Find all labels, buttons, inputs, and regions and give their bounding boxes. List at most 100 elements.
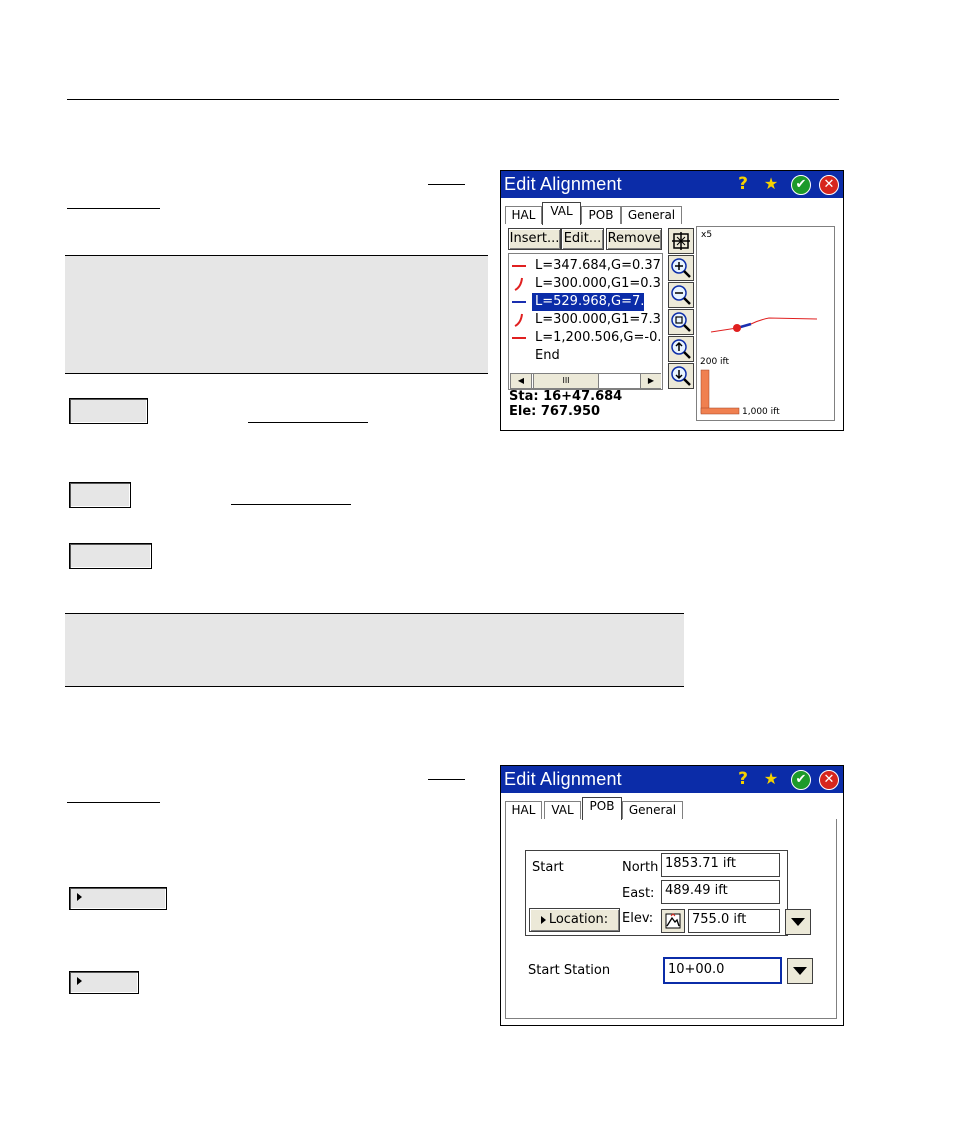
- triangle-icon: [77, 977, 82, 985]
- insert-button[interactable]: Insert...: [508, 228, 561, 250]
- list-scrollbar[interactable]: ◀ III ▶: [510, 373, 661, 389]
- ok-check-icon[interactable]: ✔: [791, 770, 811, 790]
- zoom-extents-button[interactable]: [668, 228, 694, 254]
- edit-alignment-val-window: Edit Alignment ? ★ ✔ ✕ HAL VAL POB Gener…: [500, 170, 844, 431]
- list-item[interactable]: L=529.968,G=7.383: [509, 293, 660, 311]
- start-station-label: Start Station: [528, 963, 611, 978]
- tab-general[interactable]: General: [622, 801, 683, 819]
- remove-button-figure: [69, 543, 152, 569]
- list-item[interactable]: L=1,200.506,G=-0.2: [509, 329, 660, 347]
- pan-down-icon: [671, 366, 691, 386]
- vertical-scale-label: 200 ift: [700, 357, 730, 367]
- edit-button[interactable]: Edit...: [561, 228, 604, 250]
- zoom-window-icon: [671, 312, 691, 332]
- help-icon[interactable]: ?: [734, 175, 752, 193]
- insert-button-figure: [69, 398, 148, 424]
- titlebar: Edit Alignment ? ★ ✔ ✕: [501, 766, 843, 793]
- vertical-curve-icon: [514, 313, 523, 327]
- list-item-text: L=529.968,G=7.383: [532, 293, 660, 311]
- east-input[interactable]: 489.49 ift: [661, 880, 780, 904]
- triangle-right-icon: [540, 915, 546, 924]
- start-station-dropdown-button[interactable]: [787, 958, 813, 984]
- north-label: North: [622, 860, 659, 875]
- horizontal-scale-label: 1,000 ift: [742, 407, 780, 417]
- elevation-readout: Ele: 767.950: [509, 404, 601, 419]
- help-icon[interactable]: ?: [734, 770, 752, 788]
- zoom-out-button[interactable]: [668, 282, 694, 308]
- note-panel-2: [65, 613, 684, 687]
- scroll-left-arrow[interactable]: ◀: [511, 374, 532, 388]
- pan-down-button[interactable]: [668, 363, 694, 389]
- tab-hal[interactable]: HAL: [505, 801, 542, 819]
- alignment-profile: [700, 317, 818, 415]
- list-item[interactable]: End: [509, 347, 660, 365]
- tangent-segment-icon: [512, 265, 526, 267]
- list-item[interactable]: L=347.684,G=0.377: [509, 257, 660, 275]
- chevron-down-icon: [793, 967, 807, 975]
- mountain-elevation-icon: [665, 913, 681, 929]
- east-label: East:: [622, 886, 655, 901]
- vertical-curve-icon: [514, 277, 523, 291]
- list-item-text: L=300.000,G1=0.37: [535, 276, 660, 291]
- scroll-right-arrow[interactable]: ▶: [640, 374, 661, 388]
- list-item[interactable]: L=300.000,G1=7.38: [509, 311, 660, 329]
- chevron-down-icon: [791, 918, 805, 926]
- underline-1: [428, 184, 465, 185]
- page-top-rule: [67, 99, 839, 100]
- list-item[interactable]: L=300.000,G1=0.37: [509, 275, 660, 293]
- vertical-element-list[interactable]: L=347.684,G=0.377 L=300.000,G1=0.37 L=529.…: [508, 253, 663, 390]
- underline-4: [231, 504, 351, 505]
- favorite-star-icon[interactable]: ★: [762, 175, 780, 193]
- note-panel-1: [65, 255, 488, 374]
- window-title: Edit Alignment: [504, 769, 622, 789]
- tab-val[interactable]: VAL: [542, 202, 581, 225]
- ok-check-icon[interactable]: ✔: [791, 175, 811, 195]
- start-station-input[interactable]: 10+00.0: [663, 957, 782, 984]
- start-label: Start: [532, 860, 564, 875]
- underline-5: [428, 779, 465, 780]
- tab-pob[interactable]: POB: [582, 797, 622, 820]
- north-input[interactable]: 1853.71 ift: [661, 853, 780, 877]
- elevation-dropdown-button[interactable]: [785, 909, 811, 935]
- titlebar: Edit Alignment ? ★ ✔ ✕: [501, 171, 843, 198]
- elevation-input[interactable]: 755.0 ift: [688, 909, 780, 933]
- zoom-in-icon: [671, 258, 691, 278]
- tab-val[interactable]: VAL: [544, 801, 581, 819]
- close-x-icon[interactable]: ✕: [819, 770, 839, 790]
- zoom-out-icon: [671, 285, 691, 305]
- underline-3: [248, 422, 368, 423]
- underline-6: [67, 802, 160, 803]
- list-item-text: L=1,200.506,G=-0.2: [535, 330, 660, 345]
- edit-alignment-pob-window: Edit Alignment ? ★ ✔ ✕ HAL VAL POB Gener…: [500, 765, 844, 1026]
- tab-hal[interactable]: HAL: [505, 206, 542, 224]
- list-item-text: L=300.000,G1=7.38: [535, 312, 660, 327]
- pan-up-icon: [671, 339, 691, 359]
- location-button-label: Location:: [548, 912, 609, 927]
- location-button-figure: [69, 887, 167, 910]
- zoom-in-button[interactable]: [668, 255, 694, 281]
- zoom-window-button[interactable]: [668, 309, 694, 335]
- triangle-icon: [77, 893, 82, 901]
- small-button-figure: [69, 971, 139, 994]
- edit-button-figure: [69, 482, 131, 508]
- profile-segment-3: [750, 317, 818, 325]
- horizontal-scale-bar: [700, 407, 740, 415]
- close-x-icon[interactable]: ✕: [819, 175, 839, 195]
- tab-pob[interactable]: POB: [581, 206, 621, 224]
- current-station-marker: [733, 324, 741, 332]
- zoom-extents-icon: [672, 232, 690, 250]
- elevation-pick-button[interactable]: [661, 909, 685, 933]
- station-readout: Sta: 16+47.684: [509, 389, 623, 404]
- window-title: Edit Alignment: [504, 174, 622, 194]
- favorite-star-icon[interactable]: ★: [762, 770, 780, 788]
- tangent-segment-icon: [512, 301, 526, 303]
- location-button[interactable]: Location:: [529, 908, 620, 932]
- remove-button[interactable]: Remove: [606, 228, 662, 250]
- underline-2: [67, 208, 160, 209]
- profile-plot[interactable]: x5 200 ift 1,000 ift: [696, 226, 835, 421]
- scroll-thumb[interactable]: III: [533, 374, 599, 388]
- tab-general[interactable]: General: [621, 206, 682, 224]
- pan-up-button[interactable]: [668, 336, 694, 362]
- tangent-segment-icon: [512, 337, 526, 339]
- elev-label: Elev:: [622, 911, 654, 926]
